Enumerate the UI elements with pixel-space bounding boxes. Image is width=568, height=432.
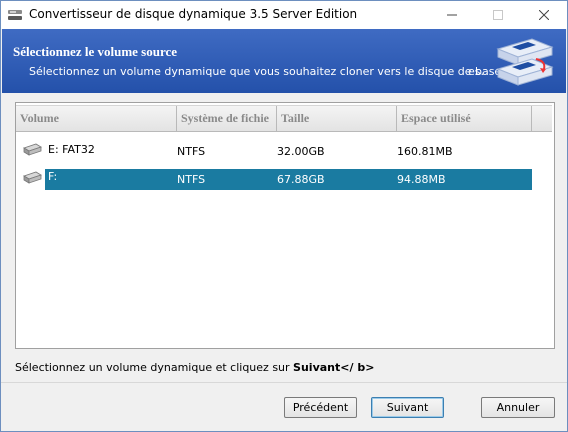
cell-used-space: 94.88MB: [397, 173, 446, 186]
footer-separator: [1, 382, 567, 383]
column-header-filler: [532, 106, 552, 131]
maximize-button[interactable]: [475, 1, 521, 29]
app-icon: [8, 10, 22, 20]
cell-filesystem: NTFS: [177, 173, 206, 186]
next-button[interactable]: Suivant: [371, 397, 444, 418]
minimize-icon: [447, 14, 457, 16]
table-row-selected[interactable]: F: NTFS 67.88GB 94.88MB: [16, 169, 552, 191]
title-bar[interactable]: Convertisseur de disque dynamique 3.5 Se…: [1, 1, 567, 29]
status-hint-text: Sélectionnez un volume dynamique et cliq…: [15, 361, 294, 374]
close-button[interactable]: [521, 1, 567, 29]
status-hint-bold: Suivant</ b>: [293, 361, 375, 374]
banner-title: Sélectionnez le volume source: [13, 44, 178, 59]
header-banner: Sélectionnez le volume source Sélectionn…: [2, 29, 566, 93]
drive-icon: [23, 143, 42, 156]
cell-filesystem: NTFS: [177, 145, 206, 158]
banner-subtitle-tail: es.: [468, 65, 484, 78]
disk-clone-illustration: [496, 38, 554, 86]
column-header-size[interactable]: Taille: [277, 106, 397, 131]
banner-subtitle: Sélectionnez un volume dynamique que vou…: [29, 65, 505, 78]
column-header-filesystem[interactable]: Système de fichie: [177, 106, 277, 131]
volume-list[interactable]: Volume Système de fichie Taille Espace u…: [15, 102, 555, 349]
status-hint: Sélectionnez un volume dynamique et cliq…: [15, 361, 374, 374]
list-header: Volume Système de fichie Taille Espace u…: [16, 105, 552, 132]
cell-size: 32.00GB: [277, 145, 325, 158]
window-title: Convertisseur de disque dynamique 3.5 Se…: [29, 7, 358, 21]
close-icon: [539, 10, 549, 20]
dialog-window: Convertisseur de disque dynamique 3.5 Se…: [0, 0, 568, 432]
column-header-volume[interactable]: Volume: [16, 106, 177, 131]
cancel-button[interactable]: Annuler: [481, 397, 555, 418]
cell-volume: E: FAT32: [48, 143, 95, 156]
column-header-used-space[interactable]: Espace utilisé: [397, 106, 532, 131]
cell-used-space: 160.81MB: [397, 145, 453, 158]
cell-size: 67.88GB: [277, 173, 325, 186]
cell-volume: F:: [48, 170, 58, 183]
table-row[interactable]: E: FAT32 NTFS 32.00GB 160.81MB: [16, 139, 552, 161]
minimize-button[interactable]: [429, 1, 475, 29]
drive-icon: [23, 171, 42, 184]
previous-button[interactable]: Précédent: [284, 397, 357, 418]
maximize-icon: [493, 10, 503, 20]
